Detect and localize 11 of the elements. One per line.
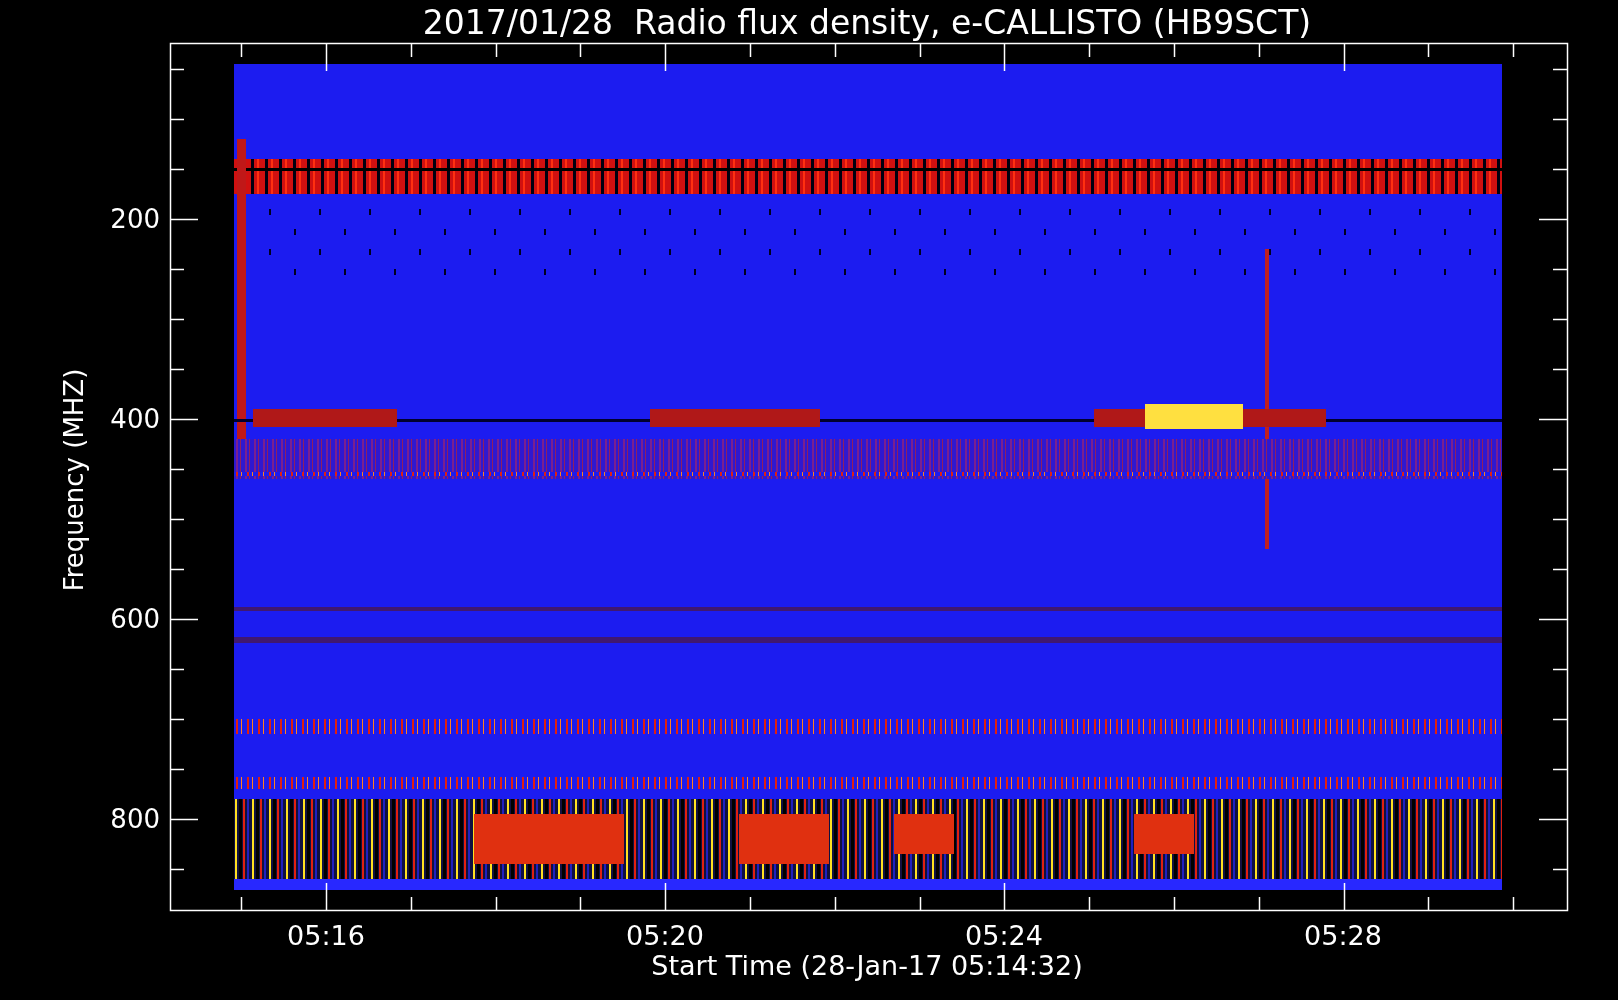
tick-label: 400 xyxy=(110,406,160,432)
tick-label: 200 xyxy=(110,206,160,232)
axis-label: Start Time (28-Jan-17 05:14:32) xyxy=(651,951,1083,979)
tick-label: 05:28 xyxy=(1304,921,1382,949)
chart-title: 2017/01/28 Radio flux density, e-CALLISTO (HB9SCT) xyxy=(422,6,1312,39)
tick-label: 800 xyxy=(110,806,160,832)
tick-label: 05:24 xyxy=(965,921,1043,949)
axis-label: Frequency (MHZ) xyxy=(61,368,87,592)
tick-label: 05:16 xyxy=(287,921,365,949)
tick-label: 600 xyxy=(110,606,160,632)
tick-label: 05:20 xyxy=(626,921,704,949)
